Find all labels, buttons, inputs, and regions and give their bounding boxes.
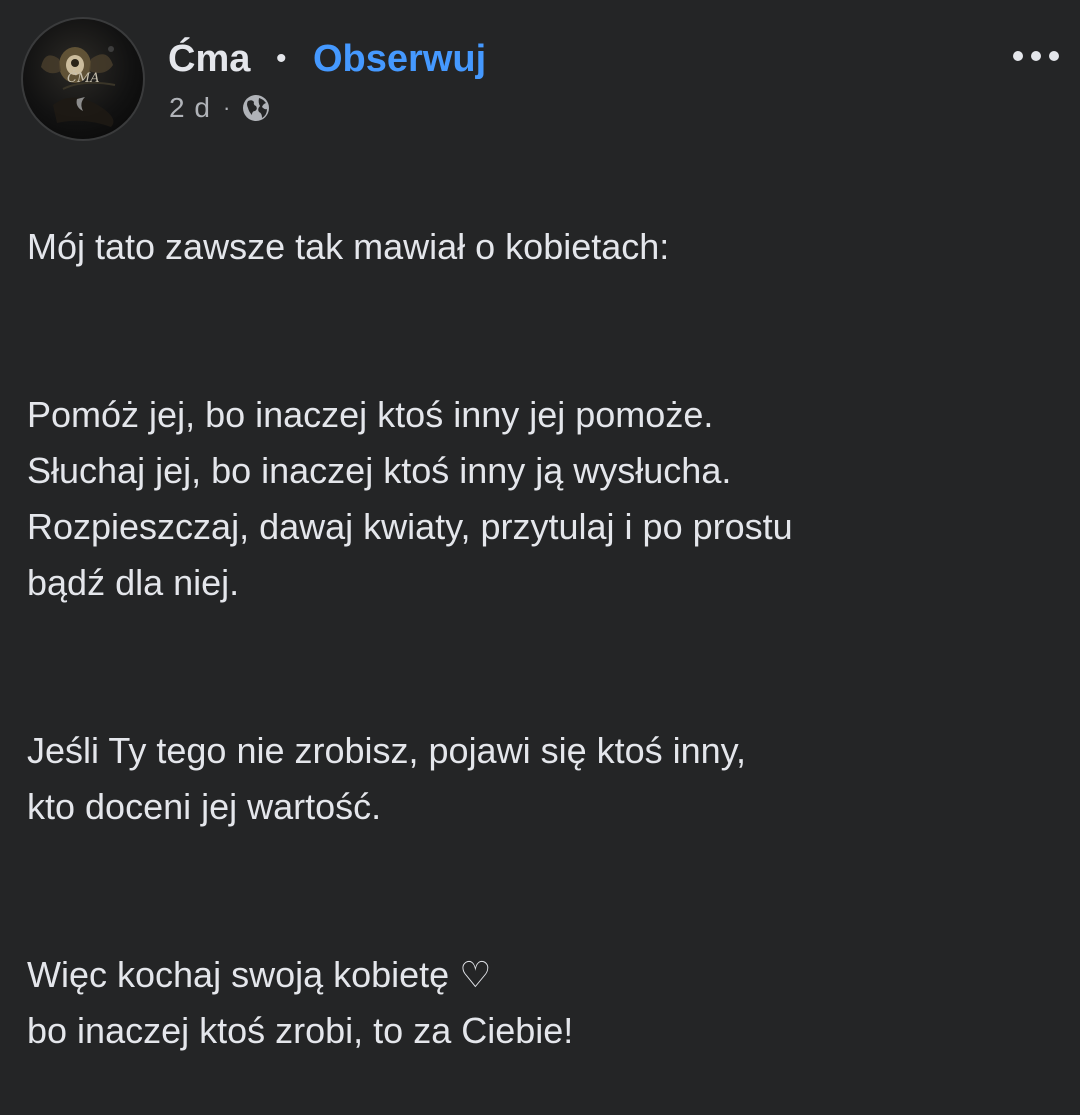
post-meta: 2 d · (169, 88, 272, 128)
more-options-icon (1013, 51, 1059, 61)
post-header: ĆMA Ćma • Obserwuj 2 d · (0, 0, 1080, 150)
avatar-label: ĆMA (67, 71, 100, 86)
author-name[interactable]: Ćma (168, 36, 250, 82)
post-timestamp[interactable]: 2 d (169, 92, 211, 124)
globe-icon[interactable] (240, 92, 272, 124)
post-paragraph: Jeśli Ty tego nie zrobisz, pojawi się kt… (27, 730, 746, 827)
post-text: Mój tato zawsze tak mawiał o kobietach: … (27, 163, 1057, 1115)
post-paragraph: Pomóż jej, bo inaczej ktoś inny jej pomo… (27, 394, 793, 603)
more-options-button[interactable] (1008, 38, 1064, 74)
follow-button[interactable]: Obserwuj (313, 36, 486, 82)
meta-separator: · (222, 95, 231, 120)
author-avatar[interactable]: ĆMA (21, 17, 145, 141)
header-separator: • (276, 42, 287, 75)
post-paragraph: Więc kochaj swoją kobietę ♡ bo inaczej k… (27, 954, 574, 1051)
post-paragraph: Mój tato zawsze tak mawiał o kobietach: (27, 226, 670, 267)
